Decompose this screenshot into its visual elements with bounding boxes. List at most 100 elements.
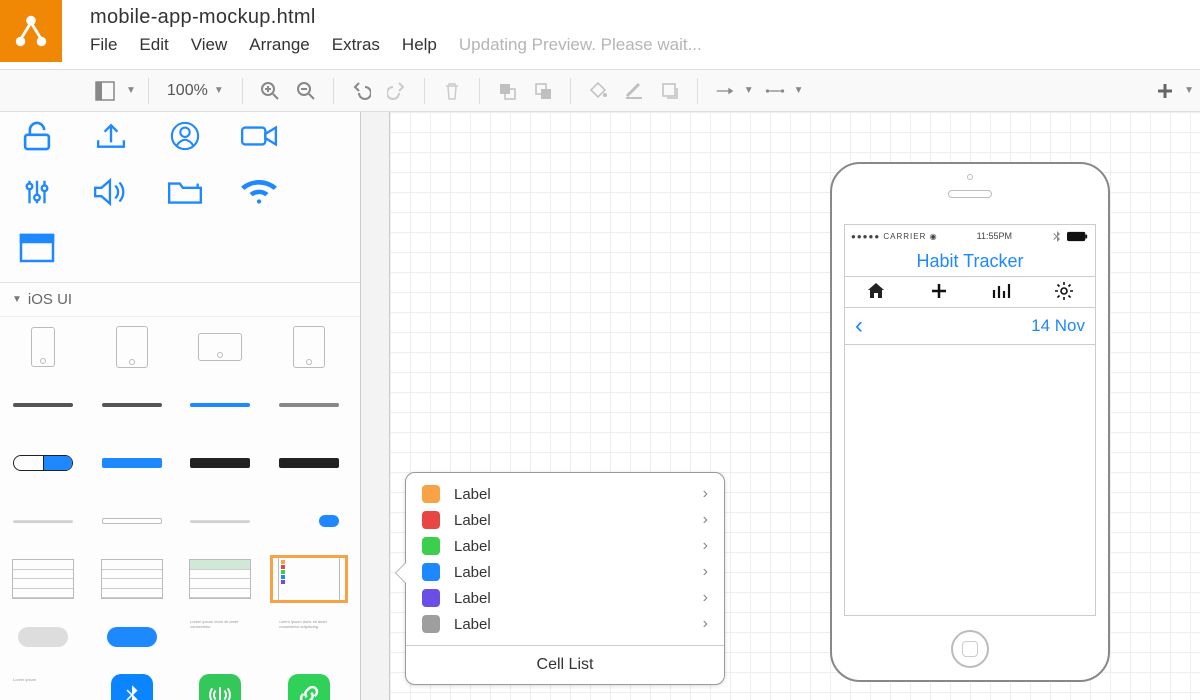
shadow-button[interactable] [655, 76, 685, 106]
volume-icon[interactable] [88, 174, 134, 210]
list-item-label: Label [454, 486, 689, 503]
chevron-right-icon: › [703, 485, 708, 503]
chevron-right-icon: › [703, 615, 708, 633]
chevron-down-icon[interactable]: ▼ [794, 85, 804, 96]
status-bar: ●●●●● CARRIER ◉ 11:55PM [845, 225, 1095, 247]
stencil-bar[interactable] [274, 385, 344, 425]
document-title[interactable]: mobile-app-mockup.html [90, 6, 1184, 29]
sidebar: ▼ iOS UI [0, 112, 360, 700]
stencil-message[interactable] [8, 617, 78, 657]
stencil-text[interactable]: Lorem ipsum dolor sit amet consectetur [185, 617, 255, 657]
stencil-table[interactable] [97, 559, 167, 599]
chevron-down-icon[interactable]: ▼ [1184, 85, 1194, 96]
stencil-progress[interactable] [97, 501, 167, 541]
date-row: ‹ 14 Nov [845, 308, 1095, 345]
home-icon[interactable] [866, 281, 886, 304]
stencil-grid: Lorem ipsum dolor sit amet consectetur L… [0, 317, 360, 700]
plus-icon[interactable] [929, 281, 949, 304]
stencil-iphone[interactable] [8, 327, 78, 367]
chevron-down-icon: ▼ [214, 85, 224, 96]
waypoint-button[interactable] [760, 76, 790, 106]
chevron-down-icon[interactable]: ▼ [126, 85, 136, 96]
connection-button[interactable] [710, 76, 740, 106]
menu-extras[interactable]: Extras [332, 35, 380, 55]
upload-icon[interactable] [88, 118, 134, 154]
menu-bar: File Edit View Arrange Extras Help Updat… [90, 35, 1184, 55]
redo-button[interactable] [382, 76, 412, 106]
stencil-link-icon[interactable] [274, 675, 344, 700]
to-back-button[interactable] [528, 76, 558, 106]
stencil-broadcast-icon[interactable] [185, 675, 255, 700]
user-icon[interactable] [162, 118, 208, 154]
list-item[interactable]: Label› [406, 585, 724, 611]
list-item[interactable]: Label› [406, 611, 724, 637]
home-button[interactable] [951, 630, 989, 668]
canvas[interactable]: Label› Label› Label› Label› Label› Label… [360, 112, 1200, 700]
app-title[interactable]: Habit Tracker [845, 247, 1095, 276]
phone-screen: ●●●●● CARRIER ◉ 11:55PM Habit Tracker [844, 224, 1096, 616]
lock-icon[interactable] [14, 118, 60, 154]
stencil-ipad-land[interactable] [185, 327, 255, 367]
stencil-segmented[interactable] [8, 443, 78, 483]
app-logo[interactable] [0, 0, 62, 62]
list-item-label: Label [454, 538, 689, 555]
stencil-toolbar-dark[interactable] [274, 443, 344, 483]
chevron-down-icon[interactable]: ▼ [744, 85, 754, 96]
stencil-text[interactable]: Lorem ipsum dolor sit amet consectetur a… [274, 617, 344, 657]
menu-view[interactable]: View [191, 35, 228, 55]
stencil-ipad[interactable] [97, 327, 167, 367]
menu-help[interactable]: Help [402, 35, 437, 55]
list-item-label: Label [454, 512, 689, 529]
menu-arrange[interactable]: Arrange [249, 35, 309, 55]
stencil-text[interactable]: Lorem ipsum [8, 675, 78, 700]
list-item[interactable]: Label › [406, 481, 724, 507]
stencil-ipad-2[interactable] [274, 327, 344, 367]
zoom-out-button[interactable] [291, 76, 321, 106]
stencil-cell-list[interactable] [274, 559, 344, 599]
battery-icon [1051, 230, 1089, 242]
drawing-surface[interactable]: Label› Label› Label› Label› Label› Label… [390, 112, 1200, 700]
chevron-right-icon: › [703, 537, 708, 555]
stencil-table[interactable] [8, 559, 78, 599]
chevron-right-icon: › [703, 563, 708, 581]
chart-icon[interactable] [991, 281, 1011, 304]
list-item[interactable]: Label› [406, 507, 724, 533]
stencil-bar[interactable] [8, 385, 78, 425]
stencil-toolbar[interactable] [97, 443, 167, 483]
zoom-in-button[interactable] [255, 76, 285, 106]
menu-file[interactable]: File [90, 35, 117, 55]
list-item[interactable]: Label › [406, 533, 724, 559]
stencil-bar[interactable] [185, 501, 255, 541]
gear-icon[interactable] [1054, 281, 1074, 304]
undo-button[interactable] [346, 76, 376, 106]
window-icon[interactable] [14, 230, 60, 266]
stencil-switch[interactable] [274, 501, 344, 541]
stencil-bluetooth-icon[interactable] [97, 675, 167, 700]
add-button[interactable] [1150, 76, 1180, 106]
stencil-message-blue[interactable] [97, 617, 167, 657]
stencil-bar[interactable] [97, 385, 167, 425]
section-header-ios-ui[interactable]: ▼ iOS UI [0, 282, 360, 317]
layout-button[interactable] [90, 76, 120, 106]
to-front-button[interactable] [492, 76, 522, 106]
folder-icon[interactable] [162, 174, 208, 210]
stencil-bar[interactable] [185, 385, 255, 425]
stencil-toolbar-dark[interactable] [185, 443, 255, 483]
sliders-icon[interactable] [14, 174, 60, 210]
phone-mockup[interactable]: ●●●●● CARRIER ◉ 11:55PM Habit Tracker [830, 162, 1110, 682]
color-swatch [422, 563, 440, 581]
earpiece-icon [948, 190, 992, 198]
stencil-slider[interactable] [8, 501, 78, 541]
menu-edit[interactable]: Edit [139, 35, 168, 55]
list-item[interactable]: Label› [406, 559, 724, 585]
color-swatch [422, 615, 440, 633]
date-label[interactable]: 14 Nov [1031, 316, 1085, 336]
back-button[interactable]: ‹ [855, 312, 863, 340]
delete-button[interactable] [437, 76, 467, 106]
wifi-icon[interactable] [236, 174, 282, 210]
stencil-table[interactable] [185, 559, 255, 599]
fill-button[interactable] [583, 76, 613, 106]
video-icon[interactable] [236, 118, 282, 154]
stroke-button[interactable] [619, 76, 649, 106]
zoom-control[interactable]: 100% ▼ [161, 82, 230, 100]
